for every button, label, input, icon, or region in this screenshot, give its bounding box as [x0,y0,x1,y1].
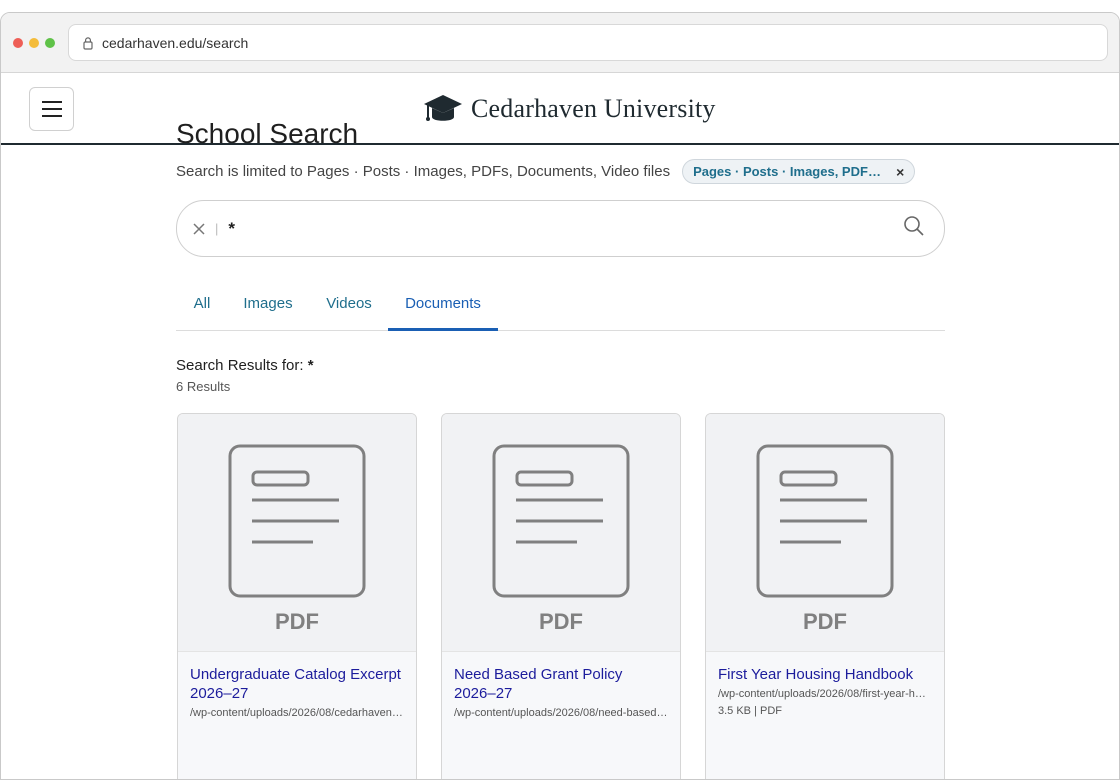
result-card[interactable]: PDF Undergraduate Catalog Excerpt 2026–2… [177,413,417,779]
hamburger-menu-icon [41,101,62,117]
result-card-body: First Year Housing Handbook /wp-content/… [706,652,944,779]
results-tabs: All Images Videos Documents [176,293,945,331]
results-heading: Search Results for: * [176,357,314,374]
page-title: School Search [176,118,359,149]
close-window-button[interactable] [13,38,23,48]
results-heading-query: * [307,357,314,374]
tab-videos[interactable]: Videos [322,293,376,331]
result-card[interactable]: PDF First Year Housing Handbook /wp-cont… [705,413,945,779]
site-header: Cedarhaven University [1,73,1119,145]
maximize-window-button[interactable] [45,38,55,48]
result-thumbnail[interactable]: PDF [178,414,416,652]
address-url: cedarhaven.edu/search [102,34,249,51]
remove-filter-button[interactable]: × [896,164,904,180]
browser-chrome: cedarhaven.edu/search [1,13,1119,73]
tab-images[interactable]: Images [240,293,296,331]
document-icon [228,444,366,598]
tab-all[interactable]: All [185,293,219,331]
result-meta: 3.5 KB | PDF [718,705,782,717]
close-icon[interactable] [191,221,207,237]
file-type-label: PDF [275,609,319,634]
result-title-link[interactable]: Need Based Grant Policy 2026–27 [454,665,668,703]
address-bar[interactable]: cedarhaven.edu/search [68,24,1108,61]
menu-button[interactable] [29,87,74,131]
result-path: /wp-content/uploads/2026/08/need-based-g… [454,707,668,719]
result-path: /wp-content/uploads/2026/08/cedarhaven-u… [190,707,404,719]
browser-window: cedarhaven.edu/search Cedarhaven Univers… [0,12,1120,780]
file-type-label: PDF [803,609,847,634]
result-thumbnail[interactable]: PDF [706,414,944,652]
document-icon [756,444,894,598]
minimize-window-button[interactable] [29,38,39,48]
search-input[interactable] [228,218,869,239]
document-icon [492,444,630,598]
results-heading-label: Search Results for: [176,357,304,374]
result-title-link[interactable]: Undergraduate Catalog Excerpt 2026–27 [190,665,404,703]
search-separator: | [215,221,219,236]
graduation-cap-icon [424,95,462,121]
results-count: 6 Results [176,379,231,394]
scope-filter-chip-label: Pages · Posts · Images, PDFs, Documents,… [693,164,887,179]
lock-icon [83,36,93,50]
result-card-body: Need Based Grant Policy 2026–27 /wp-cont… [442,652,680,779]
result-card[interactable]: PDF Need Based Grant Policy 2026–27 /wp-… [441,413,681,779]
site-name: Cedarhaven University [471,94,716,123]
search-scope-row: Search is limited to Pages · Posts · Ima… [176,159,916,184]
search-scope-text: Search is limited to Pages · Posts · Ima… [176,163,671,180]
result-thumbnail[interactable]: PDF [442,414,680,652]
result-card-body: Undergraduate Catalog Excerpt 2026–27 /w… [178,652,416,779]
site-logo[interactable]: Cedarhaven University [423,89,716,129]
result-title-link[interactable]: First Year Housing Handbook [718,665,932,684]
scope-filter-chip[interactable]: Pages · Posts · Images, PDFs, Documents,… [682,159,916,184]
tab-documents[interactable]: Documents [388,293,498,331]
result-path: /wp-content/uploads/2026/08/first-year-h… [718,688,932,700]
file-type-label: PDF [539,609,583,634]
search-box: | [176,200,945,257]
search-icon[interactable] [903,215,925,237]
